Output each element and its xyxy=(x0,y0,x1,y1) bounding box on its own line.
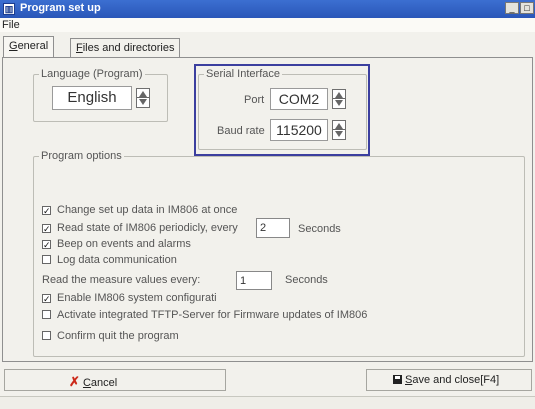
title-bar[interactable]: ▥ Program set up _ □ xyxy=(0,0,535,18)
read-state-unit: Seconds xyxy=(298,223,341,235)
change-setup-option[interactable]: ✓ Change set up data in IM806 at once xyxy=(42,204,237,216)
status-bar xyxy=(0,396,535,409)
measure-label: Read the measure values every: xyxy=(42,274,201,286)
save-and-close-button[interactable]: Save and close[F4] xyxy=(366,369,532,391)
tab-files-label: iles and directories xyxy=(82,42,175,54)
spin-down-icon xyxy=(139,99,147,105)
log-option[interactable]: Log data communication xyxy=(42,254,177,266)
enable-config-label: Enable IM806 system configurati xyxy=(57,292,217,304)
cancel-label: ancel xyxy=(90,377,118,389)
window-title: Program set up xyxy=(20,2,101,14)
cancel-accel: C xyxy=(82,377,91,389)
tab-general-accel: G xyxy=(9,40,18,52)
maximize-button[interactable]: □ xyxy=(520,2,534,14)
menu-bar: File xyxy=(0,18,535,32)
read-state-interval-input[interactable]: 2 xyxy=(256,218,290,238)
serial-interface-highlight xyxy=(194,64,370,156)
change-setup-checkbox[interactable]: ✓ xyxy=(42,206,51,216)
confirm-quit-option[interactable]: Confirm quit the program xyxy=(42,330,179,342)
spinner-divider xyxy=(137,97,149,98)
read-state-checkbox[interactable]: ✓ xyxy=(42,224,51,234)
beep-checkbox[interactable]: ✓ xyxy=(42,240,51,250)
language-spinner[interactable] xyxy=(136,88,150,108)
confirm-quit-checkbox[interactable] xyxy=(42,331,51,340)
measure-unit: Seconds xyxy=(285,274,328,286)
measure-interval-input[interactable]: 1 xyxy=(236,271,272,290)
read-state-option[interactable]: ✓ Read state of IM806 periodicly, every xyxy=(42,222,238,234)
log-label: Log data communication xyxy=(57,254,177,266)
tab-files-and-directories[interactable]: Files and directories xyxy=(70,38,181,58)
beep-label: Beep on events and alarms xyxy=(57,238,191,250)
log-checkbox[interactable] xyxy=(42,255,51,264)
program-setup-window: ▥ Program set up _ □ File General Files … xyxy=(0,0,535,409)
minimize-button[interactable]: _ xyxy=(505,2,519,14)
enable-config-checkbox[interactable]: ✓ xyxy=(42,294,51,304)
menu-file[interactable]: File xyxy=(2,19,20,31)
tab-general[interactable]: General xyxy=(3,36,55,58)
change-setup-label: Change set up data in IM806 at once xyxy=(57,204,238,216)
tftp-option[interactable]: Activate integrated TFTP-Server for Firm… xyxy=(42,309,367,321)
program-options-legend: Program options xyxy=(41,150,122,162)
read-state-label: Read state of IM806 periodicly, every xyxy=(57,222,238,234)
tab-general-label: eneral xyxy=(17,40,49,52)
confirm-quit-label: Confirm quit the program xyxy=(57,330,179,342)
tftp-label: Activate integrated TFTP-Server for Firm… xyxy=(57,309,368,321)
tftp-checkbox[interactable] xyxy=(42,310,51,319)
language-value[interactable]: English xyxy=(52,86,132,110)
language-legend: Language (Program) xyxy=(41,68,143,80)
save-label: ave and close[F4] xyxy=(412,374,500,386)
tab-files-accel: F xyxy=(76,42,83,54)
enable-config-option[interactable]: ✓ Enable IM806 system configurati xyxy=(42,292,217,304)
cancel-x-icon: ✗ xyxy=(69,374,80,389)
cancel-button[interactable]: ✗ Cancel xyxy=(4,369,226,391)
app-icon: ▥ xyxy=(3,3,15,15)
save-disk-icon xyxy=(393,375,402,384)
beep-option[interactable]: ✓ Beep on events and alarms xyxy=(42,238,191,250)
